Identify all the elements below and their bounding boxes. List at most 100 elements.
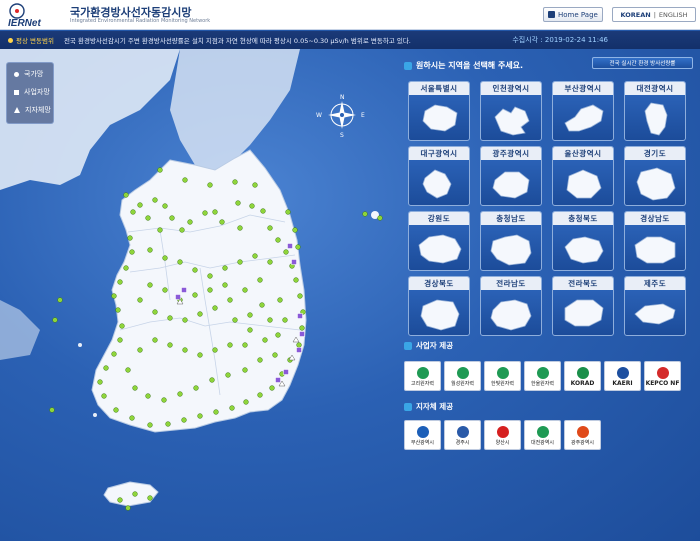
region-card[interactable]: 경상북도 [408, 276, 470, 336]
national-station-marker[interactable] [293, 277, 299, 283]
national-station-marker[interactable] [267, 225, 273, 231]
operator-station-marker[interactable] [299, 331, 305, 337]
operator-station-marker[interactable] [287, 243, 293, 249]
national-station-marker[interactable] [127, 235, 133, 241]
national-station-marker[interactable] [115, 307, 121, 313]
national-station-marker[interactable] [362, 211, 368, 217]
national-station-marker[interactable] [249, 203, 255, 209]
national-station-marker[interactable] [222, 282, 228, 288]
national-station-marker[interactable] [212, 347, 218, 353]
national-station-marker[interactable] [222, 265, 228, 271]
national-station-marker[interactable] [207, 287, 213, 293]
region-card[interactable]: 충청남도 [480, 211, 542, 271]
national-station-marker[interactable] [162, 255, 168, 261]
national-station-marker[interactable] [145, 215, 151, 221]
national-station-marker[interactable] [125, 505, 131, 511]
national-station-marker[interactable] [275, 237, 281, 243]
national-station-marker[interactable] [182, 347, 188, 353]
org-card[interactable]: KORAD [564, 361, 601, 391]
national-station-marker[interactable] [161, 397, 167, 403]
national-station-marker[interactable] [269, 385, 275, 391]
national-station-marker[interactable] [267, 317, 273, 323]
national-station-marker[interactable] [262, 337, 268, 343]
national-station-marker[interactable] [129, 415, 135, 421]
operator-station-marker[interactable] [296, 347, 302, 353]
national-station-marker[interactable] [123, 192, 129, 198]
legend-local[interactable]: 지자체망 [14, 105, 51, 115]
national-station-marker[interactable] [147, 422, 153, 428]
national-station-marker[interactable] [117, 279, 123, 285]
org-card[interactable]: 월성원자력 [444, 361, 481, 391]
national-station-marker[interactable] [260, 208, 266, 214]
lang-english-link[interactable]: ENGLISH [659, 11, 688, 19]
national-station-marker[interactable] [299, 325, 305, 331]
org-card[interactable]: 부산광역시 [404, 420, 441, 450]
national-station-marker[interactable] [111, 351, 117, 357]
national-station-marker[interactable] [235, 200, 241, 206]
operator-station-marker[interactable] [297, 313, 303, 319]
national-station-marker[interactable] [167, 342, 173, 348]
national-station-marker[interactable] [169, 215, 175, 221]
national-station-marker[interactable] [57, 297, 63, 303]
operator-station-marker[interactable] [283, 369, 289, 375]
national-station-marker[interactable] [192, 267, 198, 273]
national-station-marker[interactable] [179, 227, 185, 233]
national-station-marker[interactable] [147, 247, 153, 253]
national-station-marker[interactable] [296, 342, 302, 348]
national-station-marker[interactable] [197, 352, 203, 358]
national-station-marker[interactable] [125, 367, 131, 373]
national-station-marker[interactable] [295, 244, 301, 250]
national-station-marker[interactable] [225, 372, 231, 378]
region-card[interactable]: 서울특별시 [408, 81, 470, 141]
operator-station-marker[interactable] [291, 259, 297, 265]
national-station-marker[interactable] [242, 287, 248, 293]
national-station-marker[interactable] [152, 309, 158, 315]
national-station-marker[interactable] [157, 167, 163, 173]
national-station-marker[interactable] [243, 399, 249, 405]
national-station-marker[interactable] [147, 282, 153, 288]
national-station-marker[interactable] [209, 377, 215, 383]
national-station-marker[interactable] [237, 259, 243, 265]
region-card[interactable]: 제주도 [624, 276, 686, 336]
national-station-marker[interactable] [162, 287, 168, 293]
region-card[interactable]: 인천광역시 [480, 81, 542, 141]
national-station-marker[interactable] [157, 227, 163, 233]
national-station-marker[interactable] [187, 219, 193, 225]
operator-station-marker[interactable] [175, 294, 181, 300]
national-station-marker[interactable] [101, 393, 107, 399]
national-station-marker[interactable] [252, 253, 258, 259]
national-station-marker[interactable] [213, 409, 219, 415]
national-station-marker[interactable] [177, 259, 183, 265]
national-station-marker[interactable] [152, 197, 158, 203]
national-station-marker[interactable] [207, 182, 213, 188]
national-station-marker[interactable] [145, 393, 151, 399]
national-station-marker[interactable] [247, 327, 253, 333]
national-station-marker[interactable] [242, 367, 248, 373]
national-station-marker[interactable] [285, 209, 291, 215]
national-station-marker[interactable] [207, 273, 213, 279]
national-station-marker[interactable] [117, 497, 123, 503]
national-station-marker[interactable] [212, 305, 218, 311]
region-card[interactable]: 전라남도 [480, 276, 542, 336]
region-card[interactable]: 대전광역시 [624, 81, 686, 141]
nationwide-dose-button[interactable]: 전국 실시간 환경 방사선량률 [592, 57, 693, 69]
national-station-marker[interactable] [232, 317, 238, 323]
national-station-marker[interactable] [113, 407, 119, 413]
region-card[interactable]: 충청북도 [552, 211, 614, 271]
national-station-marker[interactable] [272, 352, 278, 358]
national-station-marker[interactable] [137, 297, 143, 303]
national-station-marker[interactable] [277, 297, 283, 303]
national-station-marker[interactable] [132, 491, 138, 497]
iernet-logo[interactable]: IERNet [6, 2, 64, 28]
region-card[interactable]: 전라북도 [552, 276, 614, 336]
national-station-marker[interactable] [275, 332, 281, 338]
national-station-marker[interactable] [227, 297, 233, 303]
legend-operator[interactable]: 사업자망 [14, 87, 50, 97]
national-station-marker[interactable] [152, 337, 158, 343]
jeju-island[interactable] [103, 481, 159, 507]
operator-station-marker[interactable] [275, 377, 281, 383]
national-station-marker[interactable] [137, 347, 143, 353]
national-station-marker[interactable] [129, 249, 135, 255]
org-card[interactable]: KAERI [604, 361, 641, 391]
national-station-marker[interactable] [132, 385, 138, 391]
